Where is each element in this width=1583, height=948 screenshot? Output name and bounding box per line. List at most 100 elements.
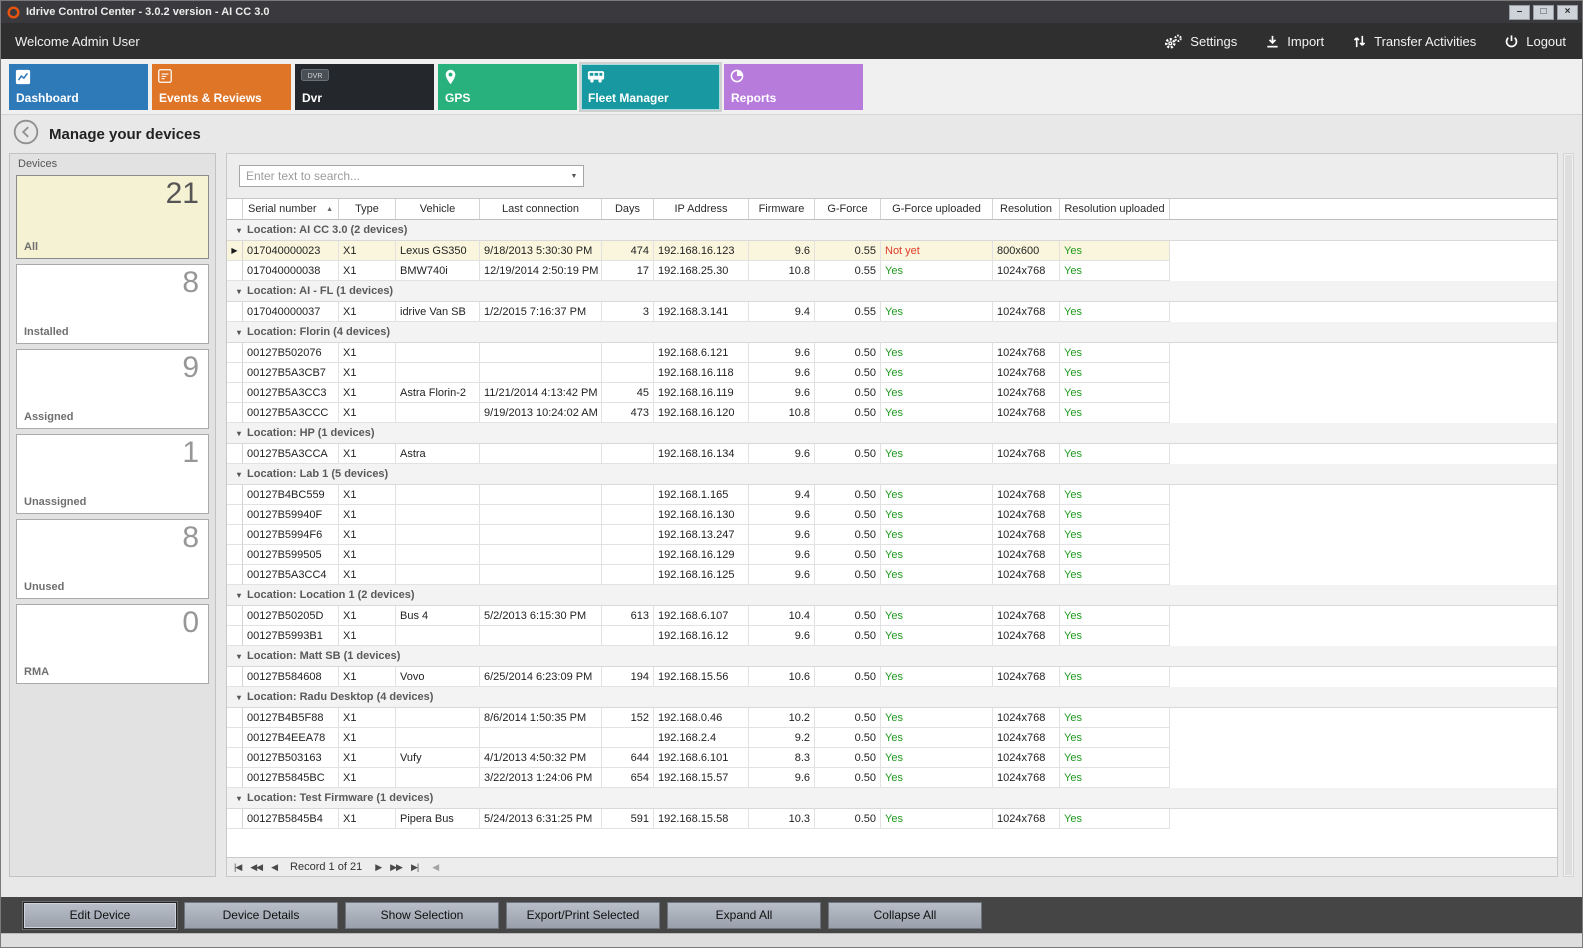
device-details-button[interactable]: Device Details <box>184 902 338 929</box>
maximize-button[interactable]: □ <box>1533 5 1554 20</box>
search-dropdown-button[interactable]: ▼ <box>565 166 583 186</box>
group-row-location-lab-1-5-devices[interactable]: ▾Location: Lab 1 (5 devices) <box>227 464 1557 485</box>
row-indicator <box>227 261 243 281</box>
type-cell: X1 <box>339 626 396 646</box>
pager-first-button[interactable]: |◀ <box>234 862 241 873</box>
row-indicator <box>227 748 243 768</box>
tab-dvr[interactable]: DVRDvr <box>295 64 434 110</box>
column-header-type[interactable]: Type <box>339 199 396 219</box>
device-row[interactable]: 00127B59940FX1192.168.16.1309.60.50Yes10… <box>227 505 1557 525</box>
device-row[interactable]: ▶017040000023X1Lexus GS3509/18/2013 5:30… <box>227 241 1557 261</box>
pager-extra-button[interactable]: ◀ <box>432 862 438 873</box>
group-row-location-florin-4-devices[interactable]: ▾Location: Florin (4 devices) <box>227 322 1557 343</box>
vehicle-cell <box>396 728 480 748</box>
group-row-location-ai-fl-1-devices[interactable]: ▾Location: AI - FL (1 devices) <box>227 281 1557 302</box>
device-row[interactable]: 00127B5A3CCAX1Astra192.168.16.1349.60.50… <box>227 444 1557 464</box>
column-header-resolution-uploaded[interactable]: Resolution uploaded <box>1060 199 1170 219</box>
tab-fleet-manager[interactable]: Fleet Manager <box>581 64 720 110</box>
toolbar-action-import[interactable]: Import <box>1265 34 1324 49</box>
pager-prev-button[interactable]: ◀ <box>271 862 277 873</box>
group-row-location-ai-cc-3-0-2-devices[interactable]: ▾Location: AI CC 3.0 (2 devices) <box>227 220 1557 241</box>
column-header-g-force[interactable]: G-Force <box>815 199 881 219</box>
device-row[interactable]: 00127B584608X1Vovo6/25/2014 6:23:09 PM19… <box>227 667 1557 687</box>
column-header-resolution[interactable]: Resolution <box>993 199 1060 219</box>
group-row-location-hp-1-devices[interactable]: ▾Location: HP (1 devices) <box>227 423 1557 444</box>
device-row[interactable]: 00127B5A3CC4X1192.168.16.1259.60.50Yes10… <box>227 565 1557 585</box>
serial-cell: 00127B5A3CC3 <box>243 383 339 403</box>
device-row[interactable]: 00127B50205DX1Bus 45/2/2013 6:15:30 PM61… <box>227 606 1557 626</box>
close-button[interactable]: × <box>1557 5 1578 20</box>
column-header-serial-number[interactable]: Serial number▲ <box>243 199 339 219</box>
column-header-g-force-uploaded[interactable]: G-Force uploaded <box>881 199 993 219</box>
device-filter-unassigned[interactable]: 1Unassigned <box>16 434 209 514</box>
toolbar-action-settings[interactable]: Settings <box>1163 33 1237 50</box>
ip-cell: 192.168.16.119 <box>654 383 749 403</box>
device-row[interactable]: 00127B5993B1X1192.168.16.129.60.50Yes102… <box>227 626 1557 646</box>
pager-next-page-button[interactable]: ▶▶ <box>390 862 402 873</box>
device-row[interactable]: 00127B5845B4X1Pipera Bus5/24/2013 6:31:2… <box>227 809 1557 829</box>
group-row-location-matt-sb-1-devices[interactable]: ▾Location: Matt SB (1 devices) <box>227 646 1557 667</box>
gforce-cell: 0.50 <box>815 525 881 545</box>
last-connection-cell: 11/21/2014 4:13:42 PM <box>480 383 602 403</box>
device-row[interactable]: 00127B502076X1192.168.6.1219.60.50Yes102… <box>227 343 1557 363</box>
serial-cell: 00127B584608 <box>243 667 339 687</box>
device-row[interactable]: 00127B599505X1192.168.16.1299.60.50Yes10… <box>227 545 1557 565</box>
column-header-last-connection[interactable]: Last connection <box>480 199 602 219</box>
device-row[interactable]: 00127B4BC559X1192.168.1.1659.40.50Yes102… <box>227 485 1557 505</box>
gforce-cell: 0.55 <box>815 241 881 261</box>
last-connection-cell <box>480 728 602 748</box>
firmware-cell: 10.8 <box>749 261 815 281</box>
device-filter-unused[interactable]: 8Unused <box>16 519 209 599</box>
column-header-ip-address[interactable]: IP Address <box>654 199 749 219</box>
toolbar-action-logout[interactable]: Logout <box>1504 34 1566 49</box>
back-button[interactable] <box>13 119 39 150</box>
device-filter-assigned[interactable]: 9Assigned <box>16 349 209 429</box>
gforce-cell: 0.50 <box>815 748 881 768</box>
column-header-firmware[interactable]: Firmware <box>749 199 815 219</box>
group-row-location-radu-desktop-4-devices[interactable]: ▾Location: Radu Desktop (4 devices) <box>227 687 1557 708</box>
pager-last-button[interactable]: ▶| <box>411 862 418 873</box>
device-row[interactable]: 00127B4EEA78X1192.168.2.49.20.50Yes1024x… <box>227 728 1557 748</box>
collapse-all-button[interactable]: Collapse All <box>828 902 982 929</box>
device-row[interactable]: 00127B5A3CB7X1192.168.16.1189.60.50Yes10… <box>227 363 1557 383</box>
resolution-uploaded-cell: Yes <box>1060 343 1170 363</box>
device-row[interactable]: 00127B5845BCX13/22/2013 1:24:06 PM654192… <box>227 768 1557 788</box>
scrollbar-thumb[interactable] <box>1565 155 1572 875</box>
device-filter-installed[interactable]: 8Installed <box>16 264 209 344</box>
tab-gps[interactable]: GPS <box>438 64 577 110</box>
tab-dashboard[interactable]: Dashboard <box>9 64 148 110</box>
device-row[interactable]: 00127B503163X1Vufy4/1/2013 4:50:32 PM644… <box>227 748 1557 768</box>
vertical-scrollbar[interactable] <box>1563 153 1574 877</box>
tab-events-reviews[interactable]: Events & Reviews <box>152 64 291 110</box>
pager-next-button[interactable]: ▶ <box>375 862 381 873</box>
export-print-selected-button[interactable]: Export/Print Selected <box>506 902 660 929</box>
minimize-button[interactable]: – <box>1509 5 1530 20</box>
group-row-location-location-1-2-devices[interactable]: ▾Location: Location 1 (2 devices) <box>227 585 1557 606</box>
pager-prev-page-button[interactable]: ◀◀ <box>250 862 262 873</box>
device-filter-all[interactable]: 21All <box>16 175 209 259</box>
search-input[interactable] <box>240 169 565 183</box>
device-row[interactable]: 00127B5994F6X1192.168.13.2479.60.50Yes10… <box>227 525 1557 545</box>
group-label: Location: Matt SB (1 devices) <box>247 650 400 662</box>
row-indicator <box>227 444 243 464</box>
group-row-location-test-firmware-1-devices[interactable]: ▾Location: Test Firmware (1 devices) <box>227 788 1557 809</box>
device-row[interactable]: 017040000037X1idrive Van SB1/2/2015 7:16… <box>227 302 1557 322</box>
column-header-days[interactable]: Days <box>602 199 654 219</box>
device-row[interactable]: 00127B4B5F88X18/6/2014 1:50:35 PM152192.… <box>227 708 1557 728</box>
resolution-cell: 1024x768 <box>993 383 1060 403</box>
resolution-uploaded-cell: Yes <box>1060 241 1170 261</box>
device-row[interactable]: 00127B5A3CCCX19/19/2013 10:24:02 AM47319… <box>227 403 1557 423</box>
tab-label: Dashboard <box>16 91 79 105</box>
gforce-uploaded-cell: Yes <box>881 606 993 626</box>
firmware-cell: 8.3 <box>749 748 815 768</box>
expand-all-button[interactable]: Expand All <box>667 902 821 929</box>
vehicle-cell <box>396 708 480 728</box>
device-filter-rma[interactable]: 0RMA <box>16 604 209 684</box>
device-row[interactable]: 00127B5A3CC3X1Astra Florin-211/21/2014 4… <box>227 383 1557 403</box>
tab-reports[interactable]: Reports <box>724 64 863 110</box>
device-row[interactable]: 017040000038X1BMW740i12/19/2014 2:50:19 … <box>227 261 1557 281</box>
toolbar-action-transfer-activities[interactable]: Transfer Activities <box>1352 34 1476 49</box>
show-selection-button[interactable]: Show Selection <box>345 902 499 929</box>
edit-device-button[interactable]: Edit Device <box>23 902 177 929</box>
column-header-vehicle[interactable]: Vehicle <box>396 199 480 219</box>
